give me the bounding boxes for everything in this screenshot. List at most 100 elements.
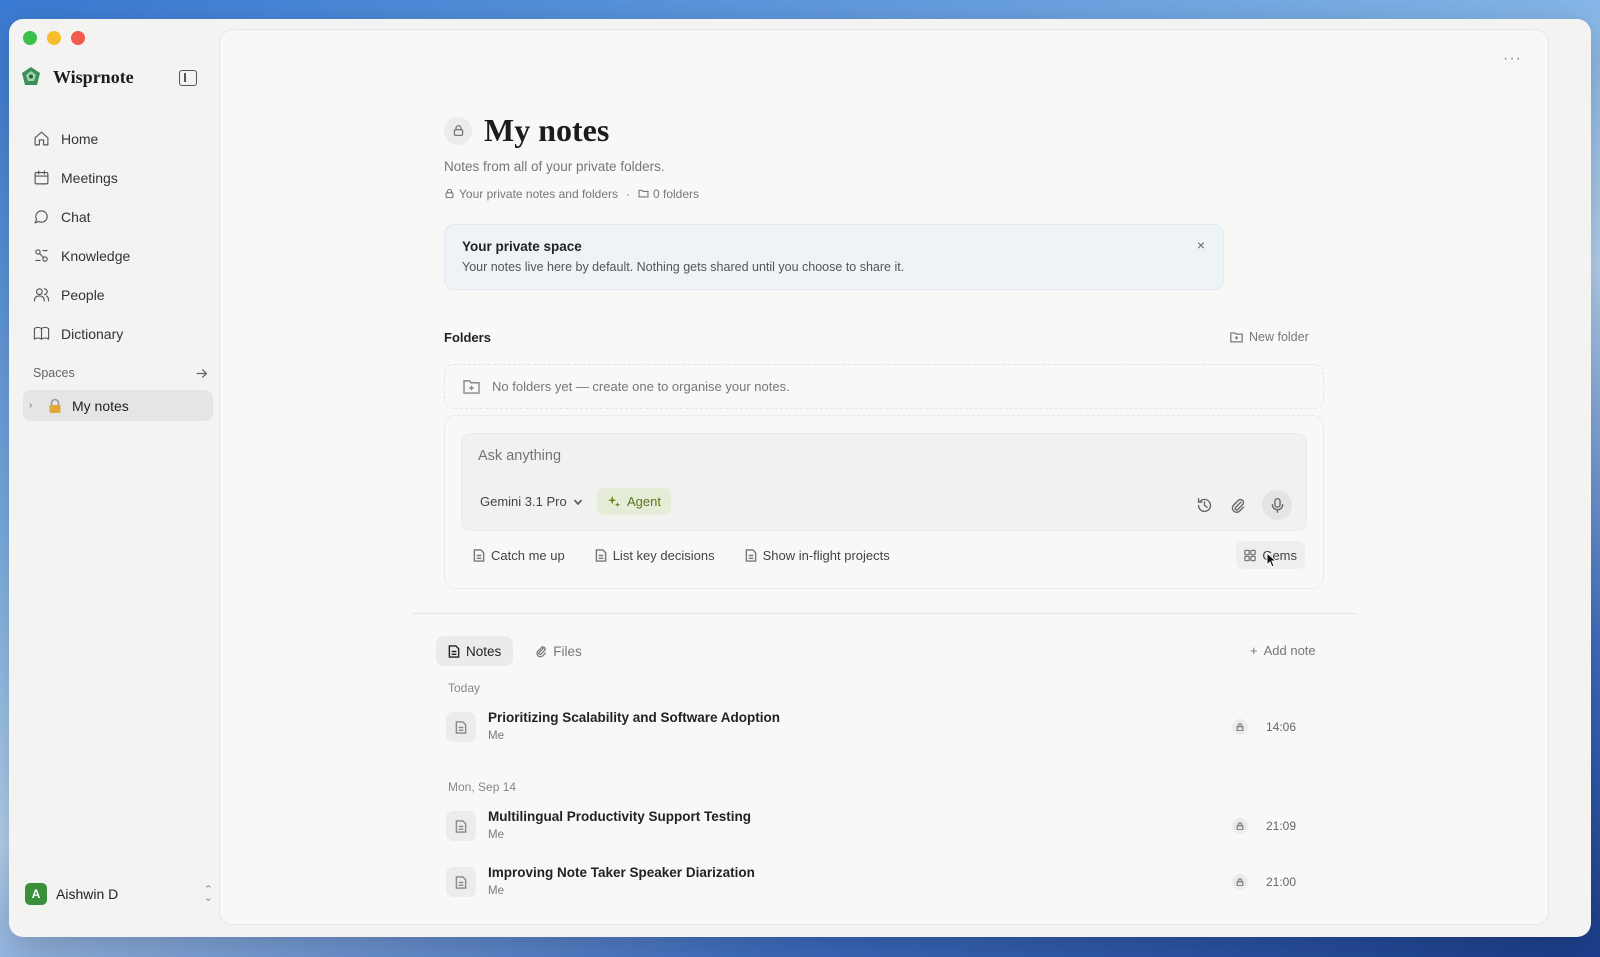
sidebar-toggle-icon[interactable]	[179, 70, 197, 86]
paperclip-icon	[536, 645, 547, 657]
note-author: Me	[488, 885, 504, 897]
document-icon	[595, 549, 607, 562]
ask-box: Gemini 3.1 Pro Agent	[461, 433, 1307, 531]
page-meta: Your private notes and folders · 0 folde…	[444, 187, 699, 201]
model-select[interactable]: Gemini 3.1 Pro	[480, 494, 583, 509]
tab-label: Notes	[466, 643, 502, 659]
note-row[interactable]: Improving Note Taker Speaker Diarization…	[446, 861, 1296, 905]
mouse-cursor-icon	[1266, 552, 1276, 568]
folder-icon	[638, 189, 649, 198]
calendar-icon	[34, 170, 49, 185]
page-title: My notes	[484, 112, 610, 148]
sidebar-item-home[interactable]: Home	[23, 119, 213, 158]
ask-input[interactable]	[478, 448, 1078, 464]
meta-folders: 0 folders	[638, 187, 699, 201]
note-title: Prioritizing Scalability and Software Ad…	[488, 710, 781, 725]
microphone-button[interactable]	[1262, 490, 1292, 520]
microphone-icon	[1271, 497, 1283, 513]
home-icon	[34, 131, 49, 146]
sidebar: Wisprnote Home Meetings Chat Knowledge P…	[9, 19, 223, 937]
note-time: 21:09	[1266, 819, 1297, 833]
note-row[interactable]: Prioritizing Scalability and Software Ad…	[446, 706, 1296, 750]
book-icon	[33, 326, 50, 340]
banner-title: Your private space	[462, 239, 582, 254]
agent-toggle[interactable]: Agent	[597, 488, 671, 515]
lock-icon	[49, 398, 61, 413]
sidebar-item-label: People	[61, 286, 105, 303]
user-menu[interactable]: A Aishwin D ⌃ ⌄	[25, 883, 213, 905]
note-time: 21:00	[1266, 875, 1297, 889]
knowledge-icon	[35, 249, 48, 262]
brand[interactable]: Wisprnote	[19, 65, 134, 89]
suggestion-chips: Catch me up List key decisions Show in-f…	[473, 548, 890, 563]
sidebar-item-label: Chat	[61, 208, 91, 225]
paperclip-icon[interactable]	[1229, 497, 1246, 514]
suggestion-list-key-decisions[interactable]: List key decisions	[595, 548, 715, 563]
sidebar-item-meetings[interactable]: Meetings	[23, 158, 213, 197]
grid-icon	[1244, 549, 1257, 561]
document-icon	[745, 549, 756, 562]
sidebar-item-knowledge[interactable]: Knowledge	[23, 236, 213, 275]
note-row[interactable]: Multilingual Productivity Support Testin…	[446, 805, 1296, 849]
content-tabs: Notes Files	[436, 636, 594, 666]
sidebar-item-label: Dictionary	[61, 325, 124, 342]
sidebar-item-dictionary[interactable]: Dictionary	[23, 314, 213, 353]
group-label-date: Mon, Sep 14	[448, 780, 517, 794]
suggestion-catch-me-up[interactable]: Catch me up	[473, 548, 565, 563]
tab-notes[interactable]: Notes	[436, 636, 514, 666]
arrow-right-icon[interactable]	[195, 367, 208, 380]
note-lock-badge	[1232, 874, 1248, 890]
chevron-down-icon	[573, 498, 582, 505]
space-item-my-notes[interactable]: › My notes	[23, 390, 213, 421]
avatar: A	[25, 883, 47, 905]
empty-folders-message: No folders yet — create one to organise …	[444, 364, 1324, 409]
people-icon	[33, 288, 50, 302]
note-document-icon	[446, 867, 476, 897]
close-icon[interactable]: ×	[1197, 237, 1205, 253]
lock-icon	[1236, 822, 1244, 830]
meta-private: Your private notes and folders	[444, 187, 618, 201]
suggestion-show-in-flight-projects[interactable]: Show in-flight projects	[745, 548, 890, 563]
tab-label: Files	[553, 643, 582, 659]
app-window: Wisprnote Home Meetings Chat Knowledge P…	[9, 19, 1591, 937]
main-content: ··· My notes Notes from all of your priv…	[219, 29, 1549, 925]
note-title: Multilingual Productivity Support Testin…	[488, 809, 751, 824]
note-lock-badge	[1232, 719, 1248, 735]
sidebar-item-label: Meetings	[61, 169, 118, 186]
space-item-label: My notes	[72, 397, 129, 414]
chevron-updown-icon: ⌃ ⌄	[203, 884, 213, 904]
more-options-icon[interactable]: ···	[1503, 50, 1522, 68]
meta-private-label: Your private notes and folders	[459, 187, 618, 201]
note-time: 14:06	[1266, 720, 1297, 734]
document-icon	[448, 644, 460, 658]
sidebar-item-chat[interactable]: Chat	[23, 197, 213, 236]
note-document-icon	[446, 712, 476, 742]
suggestion-label: Catch me up	[491, 548, 565, 563]
ask-actions	[1196, 490, 1292, 520]
add-note-button[interactable]: + Add note	[1250, 643, 1316, 658]
document-icon	[473, 549, 485, 562]
meta-separator: ·	[626, 187, 630, 201]
agent-label: Agent	[627, 494, 661, 509]
history-icon[interactable]	[1196, 497, 1213, 514]
sidebar-nav: Home Meetings Chat Knowledge People Dict…	[23, 119, 213, 353]
note-title: Improving Note Taker Speaker Diarization	[488, 865, 755, 880]
user-name: Aishwin D	[56, 886, 119, 902]
note-lock-badge	[1232, 818, 1248, 834]
meta-folders-label: 0 folders	[653, 187, 700, 201]
group-label-today: Today	[448, 681, 481, 695]
add-note-label: Add note	[1263, 643, 1316, 658]
note-document-icon	[446, 811, 476, 841]
lock-icon	[1236, 878, 1244, 886]
tab-files[interactable]: Files	[523, 636, 594, 666]
private-space-banner: Your private space Your notes live here …	[444, 224, 1224, 290]
document-icon	[455, 875, 467, 889]
lock-icon	[453, 124, 463, 137]
chevron-right-icon[interactable]: ›	[23, 400, 43, 411]
note-author: Me	[488, 730, 504, 742]
new-folder-button[interactable]: New folder	[1230, 330, 1309, 344]
empty-folders-text: No folders yet — create one to organise …	[492, 379, 790, 394]
sidebar-item-people[interactable]: People	[23, 275, 213, 314]
note-author: Me	[488, 829, 504, 841]
title-row: My notes	[444, 112, 609, 149]
